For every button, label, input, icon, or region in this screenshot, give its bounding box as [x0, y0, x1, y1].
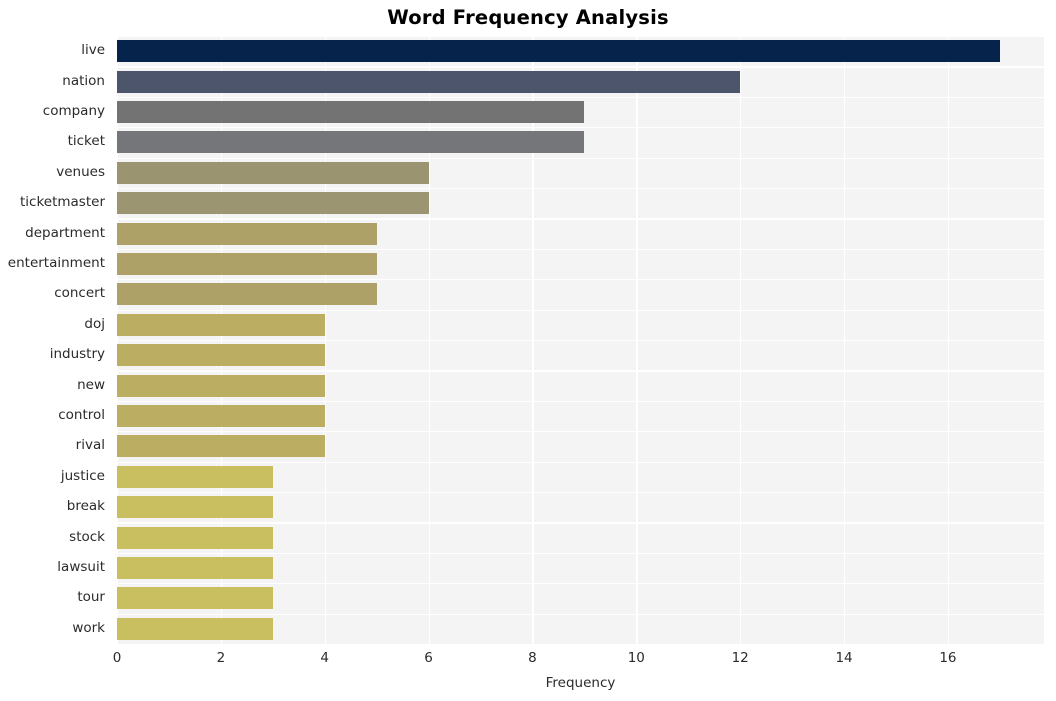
y-tick-lawsuit: lawsuit [57, 559, 105, 575]
bar-entertainment [117, 253, 377, 275]
y-tick-entertainment: entertainment [7, 255, 105, 271]
y-tick-industry: industry [49, 346, 105, 363]
y-tick-doj: doj [84, 315, 105, 332]
bar-venues [117, 161, 429, 184]
x-axis-title: Frequency [545, 675, 616, 691]
gridline-y [117, 552, 1044, 554]
bar-break [117, 496, 273, 519]
bar-new [117, 374, 325, 397]
gridline-y [117, 340, 1044, 342]
gridline-y [117, 613, 1044, 615]
y-tick-ticketmaster: ticketmaster [19, 194, 105, 211]
bar-lawsuit [117, 557, 273, 579]
y-tick-work: work [72, 619, 105, 636]
bar-department [117, 222, 377, 245]
x-tick-14: 14 [835, 650, 853, 666]
gridline-y [117, 400, 1044, 402]
y-tick-new: new [77, 376, 105, 393]
y-tick-venues: venues [56, 163, 105, 180]
x-tick-2: 2 [216, 650, 226, 666]
y-tick-break: break [66, 498, 105, 515]
x-tick-10: 10 [627, 650, 645, 666]
gridline-y [117, 583, 1044, 585]
gridline-y [117, 188, 1044, 190]
gridline-y [117, 127, 1044, 129]
bar-rival [117, 435, 325, 458]
y-tick-stock: stock [69, 528, 105, 545]
bar-ticket [117, 131, 585, 154]
bar-industry [117, 344, 325, 367]
gridline-y [117, 370, 1044, 372]
gridline-y [117, 66, 1044, 68]
gridline-y [117, 279, 1044, 281]
y-tick-live: live [81, 42, 105, 59]
gridline-y [117, 644, 1044, 646]
bar-stock [117, 526, 273, 549]
y-tick-justice: justice [60, 467, 105, 484]
bar-live [117, 40, 1000, 63]
bar-ticketmaster [117, 192, 429, 215]
gridline-y [117, 36, 1044, 38]
gridline-y [117, 309, 1044, 311]
gridline-y [117, 522, 1044, 524]
gridline-y [117, 492, 1044, 494]
plot-area [117, 36, 1044, 646]
bar-company [117, 101, 585, 123]
y-tick-ticket: ticket [67, 133, 105, 150]
bar-work [117, 617, 273, 640]
gridline-y [117, 248, 1044, 250]
y-tick-nation: nation [62, 72, 105, 89]
bar-tour [117, 587, 273, 610]
bar-doj [117, 313, 325, 336]
x-tick-4: 4 [320, 650, 330, 666]
gridline-y [117, 431, 1044, 433]
bar-justice [117, 465, 273, 488]
y-tick-rival: rival [75, 437, 105, 454]
chart-title: Word Frequency Analysis [387, 6, 669, 29]
bar-concert [117, 283, 377, 306]
y-tick-company: company [42, 103, 105, 119]
gridline-y [117, 157, 1044, 159]
y-tick-control: control [58, 407, 105, 423]
gridline-y [117, 218, 1044, 220]
x-tick-6: 6 [424, 650, 433, 666]
gridline-y [117, 461, 1044, 463]
x-tick-12: 12 [731, 650, 749, 666]
gridline-y [117, 96, 1044, 98]
x-axis-tick-labels: 0 2 4 6 8 10 12 14 16 [0, 650, 1056, 676]
y-tick-department: department [25, 224, 105, 241]
y-axis-tick-labels: live nation company ticket venues ticketmaste… [0, 36, 111, 644]
x-tick-0: 0 [112, 650, 122, 666]
y-tick-tour: tour [77, 589, 105, 606]
x-tick-8: 8 [528, 650, 537, 666]
y-tick-concert: concert [54, 285, 105, 302]
bar-control [117, 405, 325, 427]
bar-nation [117, 70, 741, 93]
chart-figure: Word Frequency Analysis live nation compan… [0, 0, 1056, 701]
x-tick-16: 16 [939, 650, 957, 666]
